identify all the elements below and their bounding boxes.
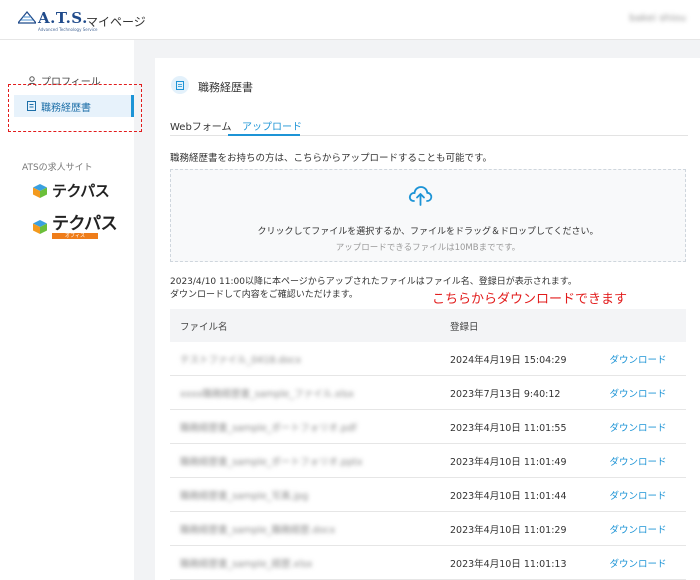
table-row: 職務経歴書_sample_経歴.xlsx 2023年4月10日 11:01:13… [170, 546, 686, 580]
active-tab-indicator [228, 134, 300, 136]
table-row: 職務経歴書_sample_ポートフォリオ.pptx 2023年4月10日 11:… [170, 444, 686, 478]
tecpass-office-logo-text: テクパス [52, 214, 118, 234]
tab-bar: Webフォーム アップロード [170, 112, 688, 136]
page-title: 職務経歴書 [198, 81, 253, 94]
registered-date: 2024年4月19日 15:04:29 [450, 354, 567, 366]
mypage-label: マイページ [86, 15, 146, 29]
uploaded-files-table: ファイル名 登録日 テストファイル_0418.docx 2024年4月19日 1… [170, 309, 686, 580]
tab-upload[interactable]: アップロード [242, 118, 302, 133]
file-name: 職務経歴書_sample_経歴.xlsx [180, 558, 313, 570]
dropzone-size-limit: アップロードできるファイルは10MBまでです。 [335, 243, 521, 253]
download-link[interactable]: ダウンロード [590, 522, 686, 536]
logo-mark-icon [18, 11, 36, 25]
file-name: 職務経歴書_sample_写真.jpg [180, 490, 309, 502]
registered-date: 2023年7月13日 9:40:12 [450, 388, 561, 400]
table-header: ファイル名 登録日 [170, 309, 686, 342]
table-row: 職務経歴書_sample_職務経歴.docx 2023年4月10日 11:01:… [170, 512, 686, 546]
download-link[interactable]: ダウンロード [590, 352, 686, 366]
tecpass-logo-text: テクパス [52, 182, 110, 200]
annotation-box-sidebar [8, 84, 142, 132]
tab-web-form[interactable]: Webフォーム [170, 118, 232, 133]
file-name: 職務経歴書_sample_ポートフォリオ.pdf [180, 422, 357, 434]
tecpass-office-link[interactable]: テクパス オフィス [32, 214, 118, 239]
file-name: 職務経歴書_sample_ポートフォリオ.pptx [180, 456, 363, 468]
file-name: テストファイル_0418.docx [180, 354, 302, 366]
tecpass-office-cube-icon [33, 220, 47, 234]
cloud-upload-icon [408, 186, 433, 206]
column-header-date: 登録日 [450, 321, 479, 333]
download-link[interactable]: ダウンロード [590, 420, 686, 434]
registered-date: 2023年4月10日 11:01:49 [450, 456, 567, 468]
registered-date: 2023年4月10日 11:01:44 [450, 490, 567, 502]
upload-intro-text: 職務経歴書をお持ちの方は、こちらからアップロードすることも可能です。 [170, 153, 493, 164]
column-header-filename: ファイル名 [180, 321, 228, 333]
download-link[interactable]: ダウンロード [590, 454, 686, 468]
registered-date: 2023年4月10日 11:01:13 [450, 558, 567, 570]
registered-date: 2023年4月10日 11:01:55 [450, 422, 567, 434]
job-sites-heading: ATSの求人サイト [22, 163, 93, 173]
file-dropzone[interactable]: クリックしてファイルを選択するか、ファイルをドラッグ＆ドロップしてください。 ア… [170, 169, 686, 262]
download-callout: こちらからダウンロードできます [432, 292, 628, 307]
download-link[interactable]: ダウンロード [590, 488, 686, 502]
dropzone-instruction: クリックしてファイルを選択するか、ファイルをドラッグ＆ドロップしてください。 [257, 227, 599, 237]
resume-title-icon [171, 76, 189, 94]
download-link[interactable]: ダウンロード [590, 556, 686, 570]
user-name[interactable]: bakei shiou [629, 13, 686, 24]
tecpass-office-tag: オフィス [52, 233, 98, 239]
download-link[interactable]: ダウンロード [590, 386, 686, 400]
tecpass-cube-icon [33, 183, 47, 198]
table-row: 職務経歴書_sample_写真.jpg 2023年4月10日 11:01:44 … [170, 478, 686, 512]
table-row: xxxx職務経歴書_sample_ファイル.xlsx 2023年7月13日 9:… [170, 376, 686, 410]
registered-date: 2023年4月10日 11:01:29 [450, 524, 567, 536]
table-row: 職務経歴書_sample_ポートフォリオ.pdf 2023年4月10日 11:0… [170, 410, 686, 444]
file-name: xxxx職務経歴書_sample_ファイル.xlsx [180, 388, 354, 400]
table-row: テストファイル_0418.docx 2024年4月19日 15:04:29 ダウ… [170, 342, 686, 376]
tecpass-link[interactable]: テクパス [32, 180, 110, 201]
file-name: 職務経歴書_sample_職務経歴.docx [180, 524, 336, 536]
top-header: A.T.S. Advanced Technology Service マイページ… [0, 0, 700, 40]
